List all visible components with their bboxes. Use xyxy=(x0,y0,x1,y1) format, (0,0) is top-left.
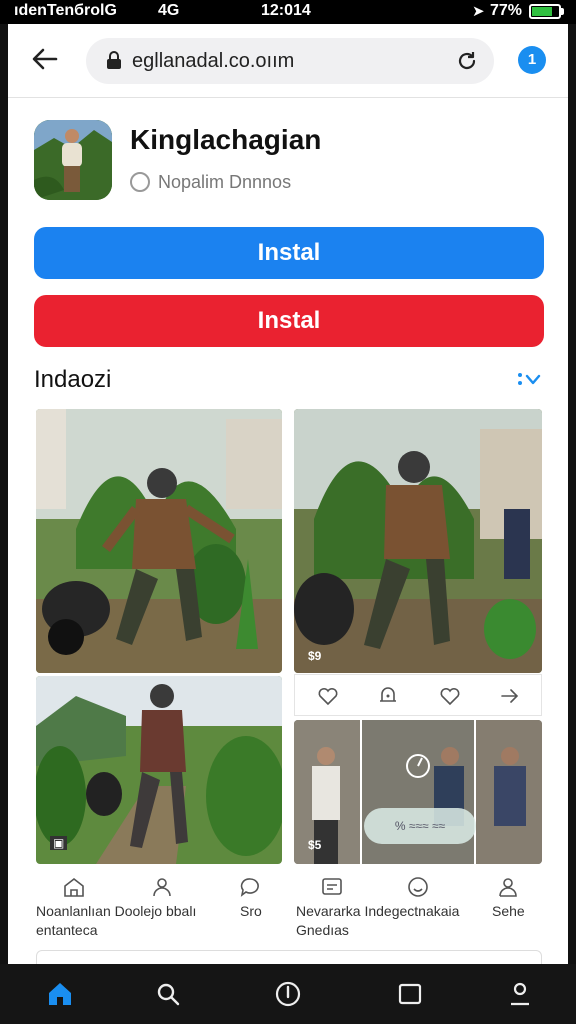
profile-icon[interactable] xyxy=(506,980,534,1008)
battery-icon xyxy=(529,4,561,19)
tabs-count-button[interactable]: 1 xyxy=(518,46,546,74)
gallery-image-1[interactable] xyxy=(36,409,282,673)
section-title: Indaozi xyxy=(34,366,112,393)
gallery-image-3[interactable]: ▣ xyxy=(36,676,282,864)
battery-percent: 77% xyxy=(490,2,523,19)
label-left-line-2: entanteca xyxy=(36,922,98,938)
overlay-pill[interactable]: % ≈≈≈ ≈≈ xyxy=(364,808,476,844)
browser-toolbar: egllanadal.co.oıım 1 xyxy=(8,24,568,98)
lock-icon xyxy=(107,51,121,69)
status-bar: ıdenTenбrolG 4G 12:014 ➤ 77% xyxy=(0,0,576,24)
reload-icon[interactable] xyxy=(456,50,478,72)
heart-icon[interactable] xyxy=(317,685,339,707)
heart-icon[interactable] xyxy=(439,685,461,707)
tabs-icon[interactable] xyxy=(396,980,424,1008)
action-row xyxy=(294,674,542,716)
message-icon[interactable] xyxy=(320,876,344,898)
browser-window: egllanadal.co.oıım 1 Kinglachagian Nopal… xyxy=(8,24,568,964)
location-icon: ➤ xyxy=(472,3,485,20)
compass-icon[interactable] xyxy=(274,980,302,1008)
next-card-peek xyxy=(36,950,542,964)
search-icon[interactable] xyxy=(154,980,182,1008)
clock: 12:014 xyxy=(261,2,311,19)
carrier-label: ıdenTenбrolG xyxy=(14,2,117,19)
chat-bubble-icon[interactable] xyxy=(238,876,262,898)
app-subtitle: Nopalim Dnnnos xyxy=(158,172,292,192)
price-badge: $5 xyxy=(308,838,322,852)
back-arrow-icon[interactable] xyxy=(30,44,60,74)
app-title: Kinglachagian xyxy=(130,124,322,155)
app-icon xyxy=(34,120,112,200)
price-badge: $9 xyxy=(308,649,322,663)
profile-icon[interactable] xyxy=(496,876,520,898)
radio-circle-icon[interactable] xyxy=(130,172,150,192)
chevron-down-icon[interactable] xyxy=(516,370,544,388)
image-type-icon: ▣ xyxy=(50,836,68,850)
install-button-secondary[interactable]: Instal xyxy=(34,295,544,347)
home-icon[interactable] xyxy=(46,980,74,1008)
home-icon[interactable] xyxy=(62,876,86,898)
label-mid: Sro xyxy=(240,903,262,919)
smile-icon[interactable] xyxy=(406,876,430,898)
bell-icon[interactable] xyxy=(377,685,399,707)
gallery-image-2[interactable]: $9 xyxy=(294,409,542,673)
battery-fill xyxy=(532,7,552,16)
url-text[interactable]: egllanadal.co.oıım xyxy=(132,50,294,73)
label-right-line-1: Nevararka Indegectnakaia xyxy=(296,903,460,919)
label-right-line-2: Gnedıas xyxy=(296,922,349,938)
install-button-primary[interactable]: Instal xyxy=(34,227,544,279)
battery-nub xyxy=(561,8,564,15)
label-far-right: Sehe xyxy=(492,903,525,919)
bottom-navigation xyxy=(0,964,576,1024)
network-label: 4G xyxy=(158,2,180,19)
person-icon[interactable] xyxy=(150,876,174,898)
address-bar[interactable]: egllanadal.co.oıım xyxy=(86,38,494,84)
share-icon[interactable] xyxy=(499,685,521,707)
gallery-image-4[interactable]: % ≈≈≈ ≈≈ $5 xyxy=(294,720,542,864)
label-left-line-1: Noanlanlıan Doolejo bbalı xyxy=(36,903,197,919)
